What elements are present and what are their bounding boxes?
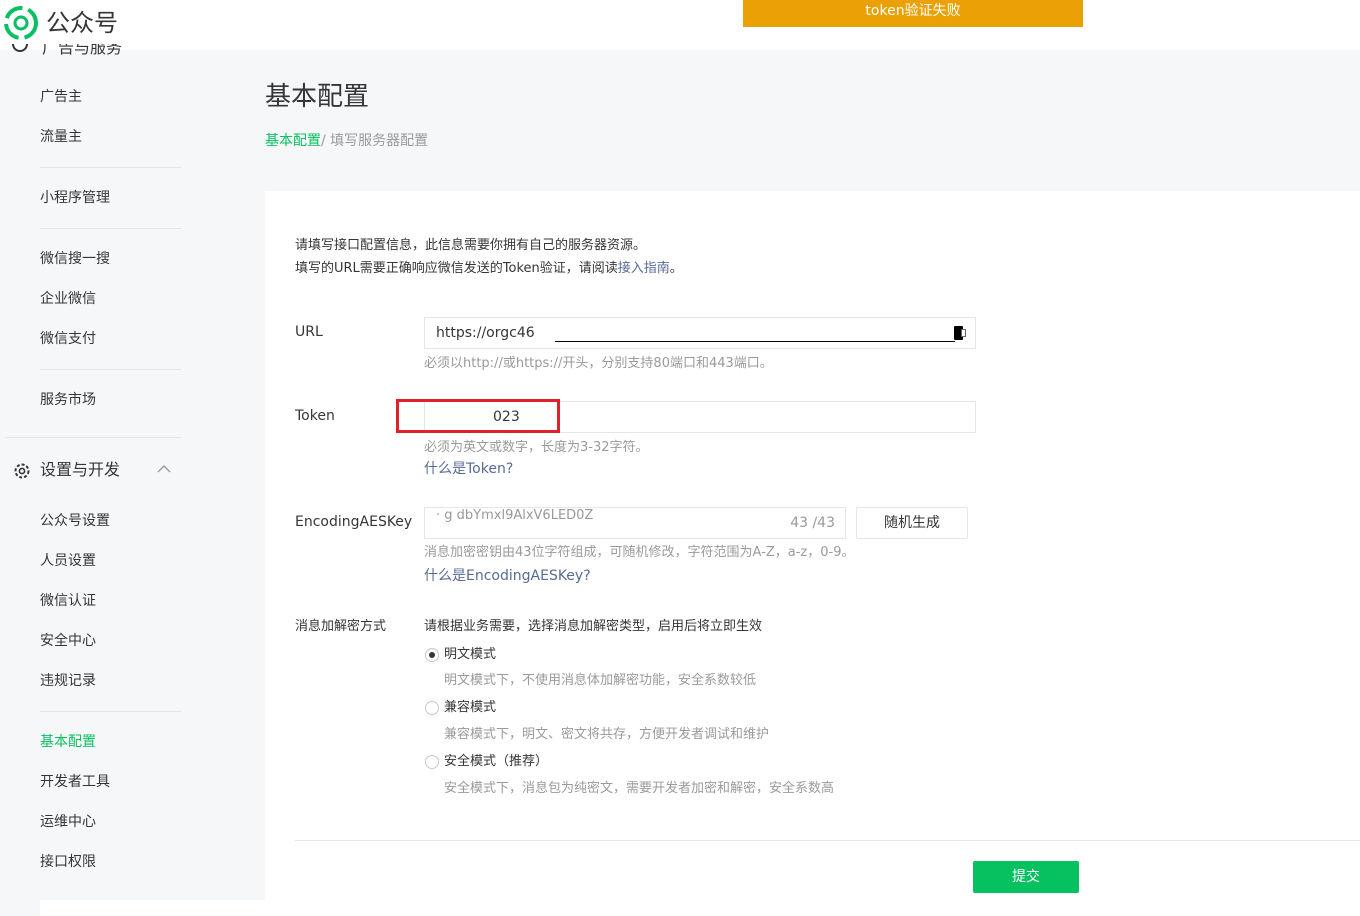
redaction-line bbox=[555, 341, 955, 342]
radio-label: 安全模式（推荐） bbox=[444, 754, 549, 769]
breadcrumb-current[interactable]: 基本配置 bbox=[265, 133, 321, 149]
divider bbox=[40, 369, 181, 370]
aes-input[interactable]: · g dbYmxl9AlxV6LED0Z 43 /43 bbox=[424, 507, 846, 539]
token-tip: 必须为英文或数字，长度为3-32字符。 bbox=[424, 440, 649, 455]
encryption-hint: 请根据业务需要，选择消息加解密类型，启用后将立即生效 bbox=[424, 619, 763, 634]
what-is-token-link[interactable]: 什么是Token? bbox=[424, 459, 513, 479]
sidebar: 广告与服务 广告主 流量主 小程序管理 微信搜一搜 企业微信 微信支付 服务市场… bbox=[0, 44, 264, 916]
radio-desc: 兼容模式下，明文、密文将共存，方便开发者调试和维护 bbox=[444, 727, 770, 742]
sidebar-item-service-market[interactable]: 服务市场 bbox=[40, 390, 96, 410]
aes-label: EncodingAESKey bbox=[295, 514, 413, 530]
sidebar-item-publisher[interactable]: 流量主 bbox=[40, 127, 82, 147]
brand-name[interactable]: 公众号 bbox=[46, 6, 118, 40]
sidebar-item-advertiser[interactable]: 广告主 bbox=[40, 87, 82, 107]
radio-label: 明文模式 bbox=[444, 647, 497, 662]
intro-text: 请填写接口配置信息，此信息需要你拥有自己的服务器资源。 填写的URL需要正确响应… bbox=[295, 234, 683, 280]
radio-button[interactable] bbox=[425, 755, 439, 769]
sidebar-item-api-permissions[interactable]: 接口权限 bbox=[40, 852, 96, 872]
encryption-label: 消息加解密方式 bbox=[295, 619, 387, 634]
top-bar: 公众号 token验证失败 bbox=[0, 0, 1360, 50]
sidebar-item-violations[interactable]: 违规记录 bbox=[40, 671, 96, 691]
divider bbox=[40, 711, 181, 712]
divider bbox=[295, 840, 1360, 841]
radio-button[interactable] bbox=[425, 701, 439, 715]
radio-desc: 明文模式下，不使用消息体加解密功能，安全系数较低 bbox=[444, 673, 757, 688]
token-label: Token bbox=[295, 408, 335, 424]
sidebar-item-search[interactable]: 微信搜一搜 bbox=[40, 249, 110, 269]
submit-button[interactable]: 提交 bbox=[973, 861, 1079, 893]
url-tip: 必须以http://或https://开头，分别支持80端口和443端口。 bbox=[424, 356, 773, 371]
intro-line: 填写的URL需要正确响应微信发送的Token验证，请阅读接入指南。 bbox=[295, 261, 683, 276]
gear-icon bbox=[14, 463, 30, 479]
sidebar-item-security[interactable]: 安全中心 bbox=[40, 631, 96, 651]
highlight-box bbox=[396, 399, 560, 433]
aes-char-count: 43 /43 bbox=[790, 515, 835, 531]
divider bbox=[40, 167, 181, 168]
sidebar-group-ads-partial[interactable]: 广告与服务 bbox=[8, 44, 208, 58]
url-input[interactable]: https://orgc46 bbox=[424, 317, 976, 349]
aes-tip: 消息加密密钥由43位字符组成，可随机修改，字符范围为A-Z，a-z，0-9。 bbox=[424, 545, 855, 560]
guide-link[interactable]: 接入指南 bbox=[618, 261, 670, 276]
divider bbox=[40, 228, 181, 229]
divider bbox=[5, 437, 181, 438]
bottom-strip bbox=[40, 900, 1360, 916]
breadcrumb: 基本配置/ 填写服务器配置 bbox=[265, 132, 428, 150]
sidebar-item-basic-config[interactable]: 基本配置 bbox=[40, 732, 96, 752]
radio-desc: 安全模式下，消息包为纯密文，需要开发者加密和解密，安全系数高 bbox=[444, 781, 835, 796]
radio-label: 兼容模式 bbox=[444, 700, 497, 715]
sidebar-item-verification[interactable]: 微信认证 bbox=[40, 591, 96, 611]
aes-value: · g dbYmxl9AlxV6LED0Z bbox=[436, 508, 594, 523]
sidebar-item-dev-tools[interactable]: 开发者工具 bbox=[40, 772, 110, 792]
sidebar-group-label: 设置与开发 bbox=[40, 460, 121, 479]
wechat-logo-icon[interactable] bbox=[4, 6, 38, 40]
url-label: URL bbox=[295, 324, 323, 340]
error-toast: token验证失败 bbox=[743, 0, 1083, 27]
sidebar-item-miniprogram[interactable]: 小程序管理 bbox=[40, 188, 110, 208]
config-panel: 请填写接口配置信息，此信息需要你拥有自己的服务器资源。 填写的URL需要正确响应… bbox=[265, 191, 1360, 916]
chevron-up-icon[interactable] bbox=[157, 464, 171, 474]
what-is-aes-link[interactable]: 什么是EncodingAESKey? bbox=[424, 566, 591, 586]
generate-button[interactable]: 随机生成 bbox=[856, 507, 968, 539]
service-icon bbox=[12, 44, 28, 52]
sidebar-item-ops-center[interactable]: 运维中心 bbox=[40, 812, 96, 832]
sidebar-group-settings[interactable]: 设置与开发 bbox=[12, 460, 182, 480]
sidebar-item-account-settings[interactable]: 公众号设置 bbox=[40, 511, 110, 531]
radio-button[interactable] bbox=[425, 648, 439, 662]
breadcrumb-next: / 填写服务器配置 bbox=[321, 133, 429, 149]
intro-line: 请填写接口配置信息，此信息需要你拥有自己的服务器资源。 bbox=[295, 238, 647, 253]
redaction-block bbox=[961, 329, 966, 337]
sidebar-item-staff-settings[interactable]: 人员设置 bbox=[40, 551, 96, 571]
page-title: 基本配置 bbox=[265, 82, 370, 112]
sidebar-group-label: 广告与服务 bbox=[42, 44, 123, 57]
url-value: https://orgc46 bbox=[436, 325, 535, 341]
sidebar-item-work-wechat[interactable]: 企业微信 bbox=[40, 289, 96, 309]
sidebar-item-wechat-pay[interactable]: 微信支付 bbox=[40, 329, 96, 349]
